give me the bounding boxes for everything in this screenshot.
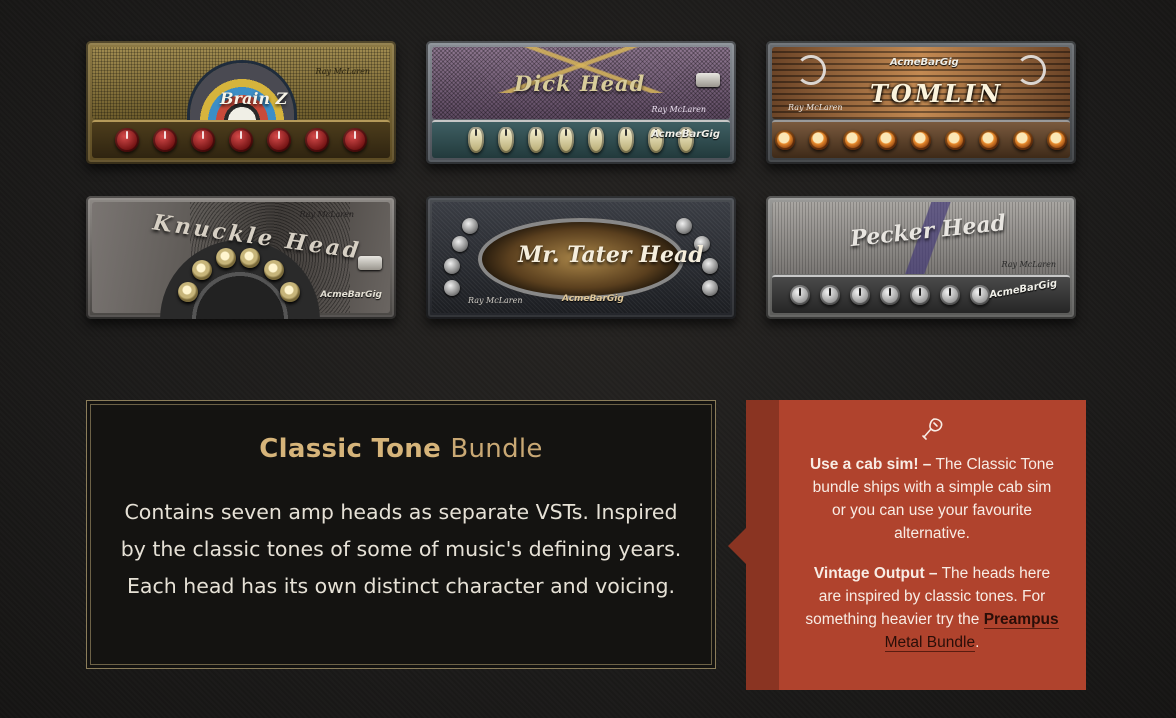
amp-knob <box>702 258 718 274</box>
amp-name: Brain Z <box>220 89 288 108</box>
amp-signature: Ray McLaren <box>299 210 354 219</box>
amp-knob <box>444 280 460 296</box>
amp-knob <box>1013 130 1033 150</box>
amp-thumbnail-tater-head[interactable]: Mr. Tater Head Ray McLaren AcmeBarGig <box>426 196 736 319</box>
amp-knob <box>192 260 212 280</box>
bundle-title-light: Bundle <box>450 434 543 464</box>
amp-knob <box>267 128 291 152</box>
amp-knob <box>343 128 367 152</box>
amp-knob <box>1047 130 1067 150</box>
amp-knob <box>229 128 253 152</box>
amp-brand: AcmeBarGig <box>890 57 959 68</box>
amp-knob <box>528 127 544 153</box>
amp-knob <box>940 285 960 305</box>
presets-icon <box>358 256 382 270</box>
tip-pointer-arrow <box>728 528 746 564</box>
amp-control-panel <box>772 120 1070 158</box>
amp-knob <box>843 130 863 150</box>
amp-name: Mr. Tater Head <box>518 242 704 268</box>
amp-thumbnail-pecker-head[interactable]: Pecker Head Ray McLaren AcmeBarGig <box>766 196 1076 319</box>
amp-brand: AcmeBarGig <box>320 290 382 300</box>
bundle-info-box: Classic Tone Bundle Contains seven amp h… <box>86 400 716 669</box>
amp-knob <box>216 248 236 268</box>
amp-knob <box>588 127 604 153</box>
amp-thumbnail-dick-head[interactable]: Dick Head Ray McLaren AcmeBarGig <box>426 41 736 164</box>
bundle-title: Classic Tone Bundle <box>87 434 715 464</box>
amp-knob <box>702 280 718 296</box>
amp-knob <box>820 285 840 305</box>
amp-signature: Ray McLaren <box>315 67 370 76</box>
tip-cab-sim: Use a cab sim! – The Classic Tone bundle… <box>804 453 1060 545</box>
amp-knob <box>452 236 468 252</box>
guitar-pick-icon <box>922 418 943 440</box>
amp-knob <box>462 218 478 234</box>
bundle-description: Contains seven amp heads as separate VST… <box>120 500 682 598</box>
link-rest: Metal Bundle <box>884 634 976 651</box>
amp-knob <box>880 285 900 305</box>
amp-knob <box>850 285 870 305</box>
amp-brand: AcmeBarGig <box>562 294 624 304</box>
amp-signature: Ray McLaren <box>788 103 843 112</box>
amp-knob <box>280 282 300 302</box>
tip-accent-strip <box>746 400 779 690</box>
amp-knob <box>945 130 965 150</box>
amp-knob <box>910 285 930 305</box>
amp-knob <box>153 128 177 152</box>
amp-knob <box>264 260 284 280</box>
amp-knob <box>178 282 198 302</box>
amp-knob <box>911 130 931 150</box>
amp-name: Dick Head <box>514 71 646 96</box>
amp-knob <box>558 127 574 153</box>
amp-name: TOMLIN <box>870 79 1004 108</box>
tip-end: . <box>975 634 980 651</box>
amp-knob <box>775 130 795 150</box>
amp-thumbnail-tomlin[interactable]: AcmeBarGig TOMLIN Ray McLaren <box>766 41 1076 164</box>
amp-knob <box>468 127 484 153</box>
amp-knob <box>790 285 810 305</box>
swirl-ornament-icon <box>1016 55 1046 85</box>
amp-knob <box>305 128 329 152</box>
presets-icon <box>696 73 720 87</box>
amp-knob <box>191 128 215 152</box>
amp-knob <box>877 130 897 150</box>
amp-thumbnail-brain-z[interactable]: Brain Z Ray McLaren <box>86 41 396 164</box>
amp-knob <box>979 130 999 150</box>
amp-knob <box>498 127 514 153</box>
amp-knob <box>115 128 139 152</box>
amp-thumbnail-knuckle-head[interactable]: Knuckle Head Ray McLaren AcmeBarGig <box>86 196 396 319</box>
amp-brand: AcmeBarGig <box>651 129 720 140</box>
amp-knob <box>444 258 460 274</box>
amp-signature: Ray McLaren <box>1001 260 1056 269</box>
amp-signature: Ray McLaren <box>468 296 523 305</box>
link-strong: Preampus <box>983 611 1059 628</box>
amp-control-panel <box>92 120 390 158</box>
amp-knob <box>240 248 260 268</box>
amp-knob <box>618 127 634 153</box>
bundle-title-strong: Classic Tone <box>259 434 442 464</box>
amp-knob <box>809 130 829 150</box>
amp-knob <box>970 285 990 305</box>
swirl-ornament-icon <box>796 55 826 85</box>
tip-cab-sim-lead: Use a cab sim! – <box>809 456 932 473</box>
tip-vintage-output-lead: Vintage Output – <box>813 565 938 582</box>
tip-callout: Use a cab sim! – The Classic Tone bundle… <box>728 400 1086 690</box>
amp-knob <box>676 218 692 234</box>
tip-vintage-output: Vintage Output – The heads here are insp… <box>804 562 1060 654</box>
amp-signature: Ray McLaren <box>651 105 706 114</box>
